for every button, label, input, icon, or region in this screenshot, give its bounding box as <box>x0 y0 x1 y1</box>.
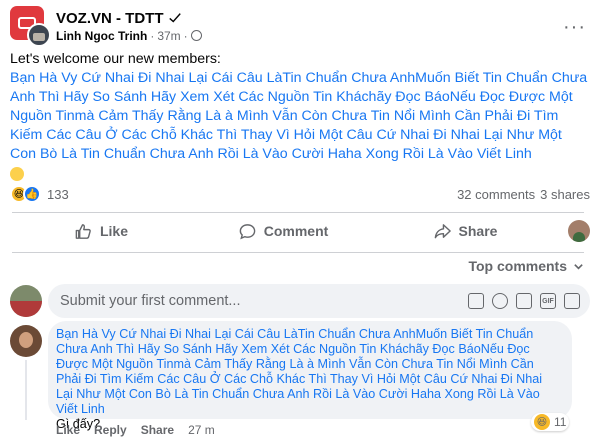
comment-reactions[interactable]: 😆 11 <box>531 413 570 431</box>
share-button[interactable]: Share <box>374 222 556 241</box>
sticker-icon[interactable] <box>564 293 580 309</box>
author-name[interactable]: Linh Ngoc Trinh <box>56 29 147 43</box>
like-reaction-icon[interactable]: 👍 <box>23 185 41 203</box>
like-label: Like <box>99 223 128 239</box>
thread-line <box>25 360 27 420</box>
post-header: VOZ.VN - TDTT Linh Ngoc Trinh · 37m · ··… <box>10 6 590 47</box>
commenter-avatar[interactable] <box>10 325 42 357</box>
post-time[interactable]: 37m <box>157 29 180 43</box>
comment-reaction-count: 11 <box>554 415 567 429</box>
more-options-icon[interactable]: ··· <box>563 16 586 39</box>
separator-dot: · <box>150 28 155 43</box>
my-avatar[interactable] <box>10 285 42 317</box>
comment-sort-dropdown[interactable]: Top comments <box>468 258 584 274</box>
comment-input[interactable]: Submit your first comment... GIF <box>48 284 590 318</box>
divider <box>12 212 584 213</box>
thumbs-up-icon <box>75 223 91 239</box>
globe-icon <box>190 30 202 41</box>
comment-mention-link[interactable]: Bạn Hà Vy Cứ Nhai Đi Nhai Lại Cái Câu Là… <box>56 327 560 417</box>
comment-share-button[interactable]: Share <box>141 423 174 437</box>
share-arrow-icon <box>434 223 451 238</box>
reactions-summary: 😆 👍 133 32 comments 3 shares <box>10 184 590 204</box>
emoji-icon[interactable] <box>492 293 508 309</box>
comment-sort-label: Top comments <box>468 258 567 274</box>
group-avatar[interactable] <box>10 6 51 47</box>
chevron-down-icon <box>574 263 583 270</box>
separator-dot: · <box>183 28 188 43</box>
comment-count[interactable]: 32 comments <box>457 187 535 202</box>
like-button[interactable]: Like <box>10 222 192 241</box>
comment-reply-button[interactable]: Reply <box>94 423 127 437</box>
share-label: Share <box>458 223 498 239</box>
comment-label: Comment <box>263 223 329 239</box>
verified-check-icon <box>168 13 181 23</box>
reaction-count[interactable]: 133 <box>47 187 69 202</box>
gif-icon[interactable]: GIF <box>540 293 556 309</box>
smile-emoji-icon <box>10 167 24 181</box>
group-name[interactable]: VOZ.VN - TDTT <box>56 10 164 27</box>
comment-composer: Submit your first comment... GIF <box>10 284 590 318</box>
comment-time[interactable]: 27 m <box>188 423 215 437</box>
reaction-selector[interactable] <box>556 220 590 242</box>
divider <box>12 252 584 253</box>
avatar-sticker-icon[interactable] <box>468 293 484 309</box>
member-mention-link[interactable]: Bạn Hà Vy Cứ Nhai Đi Nhai Lại Cái Câu Là… <box>10 69 590 164</box>
haha-reaction-icon: 😆 <box>534 414 550 430</box>
comment-bubble-icon <box>239 223 256 239</box>
comment-like-button[interactable]: Like <box>56 423 80 437</box>
comment-actions: Like Reply Share 27 m <box>56 423 215 437</box>
post-body: Let's welcome our new members: Bạn Hà Vy… <box>10 50 590 185</box>
camera-icon[interactable] <box>516 293 532 309</box>
viewer-avatar <box>568 220 590 242</box>
author-avatar[interactable] <box>27 23 51 47</box>
action-bar: Like Comment Share <box>10 216 590 246</box>
share-count[interactable]: 3 shares <box>540 187 590 202</box>
post-intro: Let's welcome our new members: <box>10 51 221 67</box>
comment-bubble: Bạn Hà Vy Cứ Nhai Đi Nhai Lại Cái Câu Là… <box>48 321 572 431</box>
comment-button[interactable]: Comment <box>192 222 374 241</box>
comment-input-placeholder: Submit your first comment... <box>60 293 241 309</box>
